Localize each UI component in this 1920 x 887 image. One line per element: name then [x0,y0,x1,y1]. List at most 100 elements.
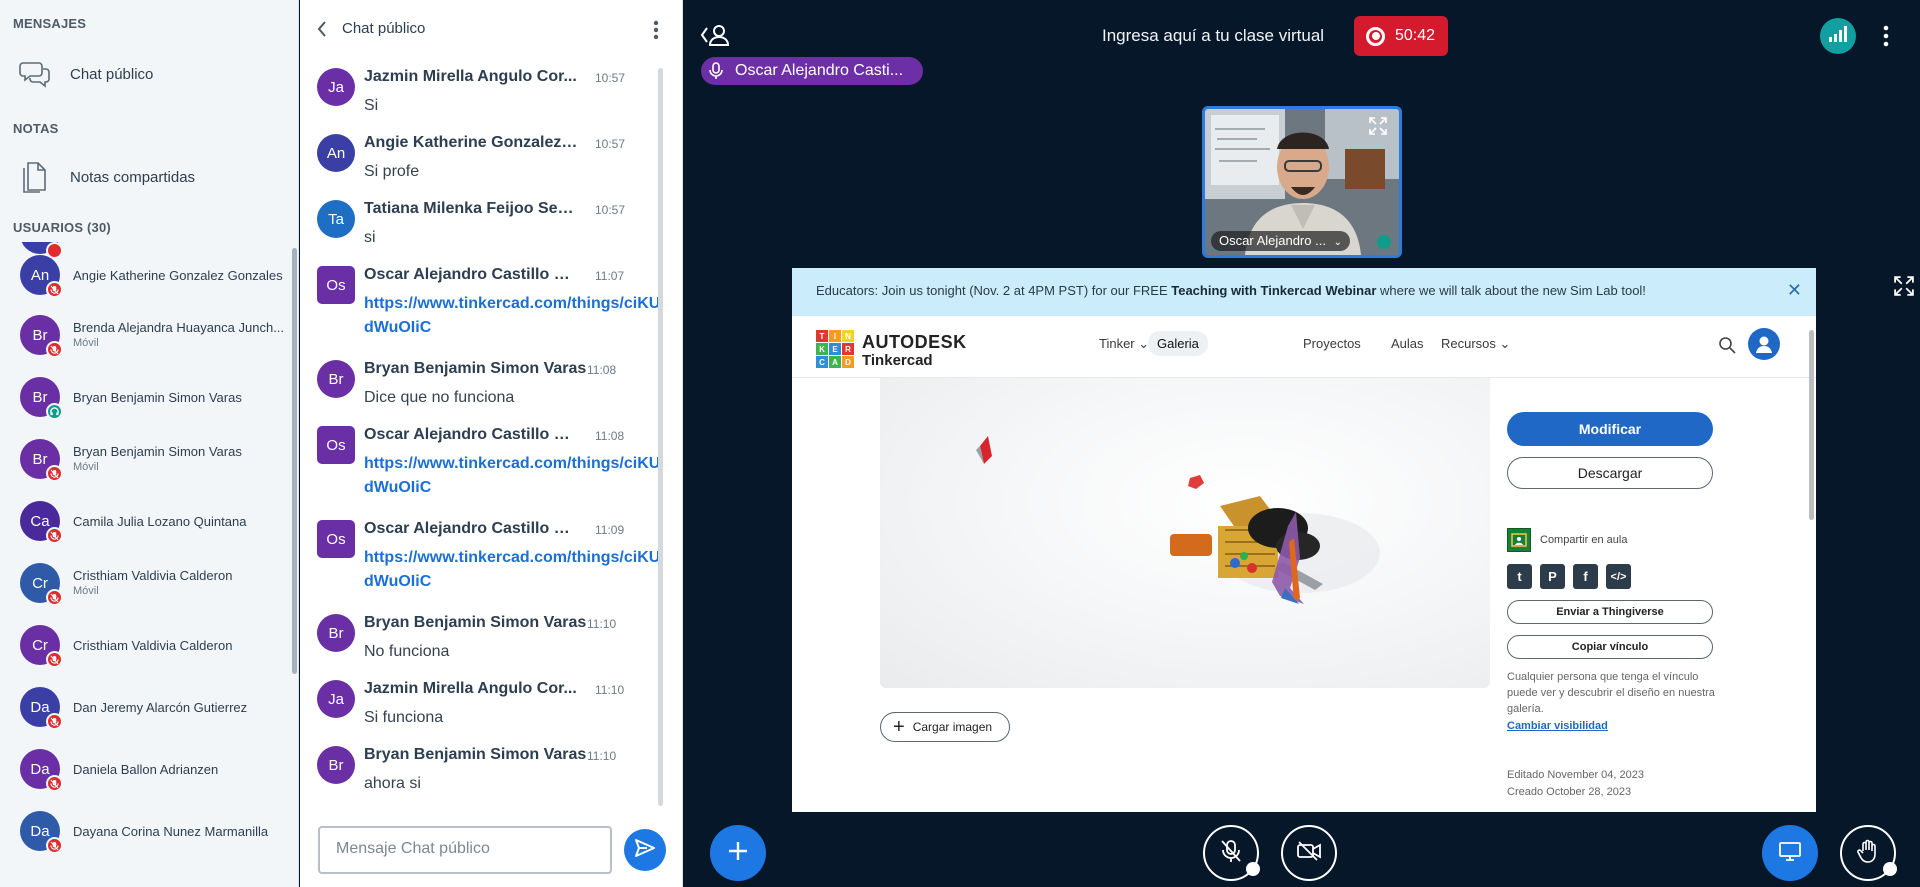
brand-autodesk: AUTODESK [862,332,967,352]
send-message-button[interactable] [624,829,666,871]
users-section-title: USUARIOS (30) [13,220,111,235]
tinkercad-logo[interactable]: TIN KER CAD [816,330,854,368]
user-list-item[interactable]: Br Bryan Benjamin Simon Varas Móvil [0,428,290,490]
muted-mic-icon [46,527,63,544]
recording-indicator[interactable]: 50:42 [1354,16,1448,56]
logo-letter: A [829,356,841,368]
search-icon[interactable] [1718,336,1736,359]
user-list-item[interactable]: Br Bryan Benjamin Simon Varas [0,366,290,428]
user-name: Brenda Alejandra Huayanca Junch... [73,320,285,335]
talker-name: Oscar Alejandro Casti... [735,62,904,79]
fullscreen-webcam-icon[interactable] [1369,117,1387,140]
message-text: ahora si [364,775,421,792]
screenshare-scrollbar[interactable] [1809,330,1814,520]
document-icon [18,160,52,194]
user-list-item[interactable]: An Angie Katherine Gonzalez Gonzales [0,244,290,306]
chat-messages[interactable]: Ja Jazmin Mirella Angulo Cor... 10:57 Si An A… [300,62,672,807]
share-webcam-button[interactable] [1281,825,1337,881]
logo-letter: D [842,356,854,368]
webcam-user-label[interactable]: Oscar Alejandro ... ⌄ [1211,231,1350,251]
user-name: Daniela Ballon Adrianzen [73,762,219,777]
talking-indicator[interactable]: Oscar Alejandro Casti... [701,57,923,85]
user-list-item[interactable]: Da Daniela Ballon Adrianzen [0,738,290,800]
mic-active-icon [1377,235,1391,249]
connection-status-button[interactable] [1820,18,1856,54]
nav-tinker-label: Tinker [1099,336,1135,351]
microphone-muted-icon [1220,839,1242,868]
message-avatar: Os [317,266,355,304]
message-sender: Jazmin Mirella Angulo Cor... [364,680,577,697]
promo-banner: Educators: Join us tonight (Nov. 2 at 4P… [792,268,1816,316]
embed-code-icon[interactable]: </> [1606,564,1631,589]
nav-recursos-label: Recursos [1441,336,1496,351]
chevron-down-icon: ⌄ [1333,237,1342,248]
messages-section-title: MENSAJES [13,16,87,31]
muted-mic-icon [46,837,63,854]
webcam-video[interactable]: Oscar Alejandro ... ⌄ [1202,106,1402,258]
public-chat-link[interactable]: Chat público [18,57,153,91]
nav-recursos[interactable]: Recursos ⌄ [1441,336,1510,352]
actions-button[interactable] [710,825,766,881]
send-thingiverse-button[interactable]: Enviar a Thingiverse [1507,600,1713,624]
upload-image-button[interactable]: + Cargar imagen [880,712,1010,742]
message-link[interactable]: https://www.tinkercad.com/things/ciKUdWu… [364,455,660,496]
message-time: 10:57 [595,137,626,151]
download-button[interactable]: Descargar [1507,457,1713,489]
share-classroom-link[interactable]: Compartir en aula [1507,528,1627,552]
banner-close-icon[interactable]: ✕ [1787,280,1802,301]
logo-letter: N [842,330,854,342]
facebook-icon[interactable]: f [1573,564,1598,589]
user-list[interactable]: An Angie Katherine Gonzalez Gonzales Br Bre… [0,242,290,887]
user-list-item[interactable]: Cr Cristhiam Valdivia Calderon [0,614,290,676]
muted-mic-icon [46,713,63,730]
upload-image-label: Cargar imagen [912,720,993,734]
webcam-user-name: Oscar Alejandro ... [1219,233,1326,248]
chat-message-input[interactable]: Mensaje Chat público [318,826,612,874]
nav-galeria[interactable]: Galeria [1148,331,1208,356]
user-list-item[interactable]: Da Dan Jeremy Alarcón Gutierrez [0,676,290,738]
user-list-item[interactable]: Cr Cristhiam Valdivia Calderon Móvil [0,552,290,614]
audio-settings-chevron-icon[interactable] [1246,862,1260,876]
user-list-scrollbar[interactable] [292,248,297,674]
message-time: 11:07 [595,269,625,283]
logo-letter: I [829,330,841,342]
message-time: 11:09 [595,523,625,537]
chat-options-icon[interactable] [653,20,659,45]
chat-scrollbar[interactable] [658,68,663,806]
back-chevron-icon[interactable] [316,19,328,44]
shared-notes-link[interactable]: Notas compartidas [18,160,195,194]
chat-panel: Chat público Ja Jazmin Mirella Angulo Cor… [300,0,683,887]
more-options-icon[interactable] [1883,25,1889,52]
monitor-icon [1779,841,1801,866]
copy-link-button[interactable]: Copiar vínculo [1507,635,1713,659]
message-sender: Jazmin Mirella Angulo Cor... [364,68,577,85]
user-avatar-icon[interactable] [1748,328,1780,360]
plus-icon [727,840,749,867]
user-name: Cristhiam Valdivia Calderon [73,568,233,583]
pinterest-icon[interactable]: P [1540,564,1565,589]
user-list-item[interactable]: Ca Camila Julia Lozano Quintana [0,490,290,552]
banner-text-post: where we will talk about the new Sim Lab… [1376,283,1646,298]
reactions-chevron-icon[interactable] [1883,862,1897,876]
muted-mic-icon [46,465,63,482]
message-text: si [364,229,376,246]
message-link[interactable]: https://www.tinkercad.com/things/ciKUdWu… [364,549,660,590]
modify-button[interactable]: Modificar [1507,412,1713,446]
signal-bars-icon [1828,25,1848,48]
fullscreen-screenshare-icon[interactable] [1894,276,1914,301]
message-time: 10:57 [595,71,626,85]
twitter-icon[interactable]: t [1507,564,1532,589]
message-avatar: Ja [317,68,355,106]
nav-proyectos[interactable]: Proyectos [1303,336,1361,351]
screenshare-view[interactable]: Educators: Join us tonight (Nov. 2 at 4P… [792,268,1816,812]
public-chat-label: Chat público [70,65,154,83]
message-link[interactable]: https://www.tinkercad.com/things/ciKUdWu… [364,295,660,336]
toggle-userlist-icon[interactable] [700,24,730,51]
change-visibility-link[interactable]: Cambiar visibilidad [1507,720,1608,732]
nav-aulas[interactable]: Aulas [1391,336,1424,351]
3d-model-viewer[interactable] [880,378,1490,688]
present-screen-button[interactable] [1762,825,1818,881]
user-list-item[interactable]: Br Brenda Alejandra Huayanca Junch... Móvi… [0,304,290,366]
user-list-item[interactable]: Da Dayana Corina Nunez Marmanilla [0,800,290,862]
nav-tinker[interactable]: Tinker ⌄ [1099,336,1149,352]
